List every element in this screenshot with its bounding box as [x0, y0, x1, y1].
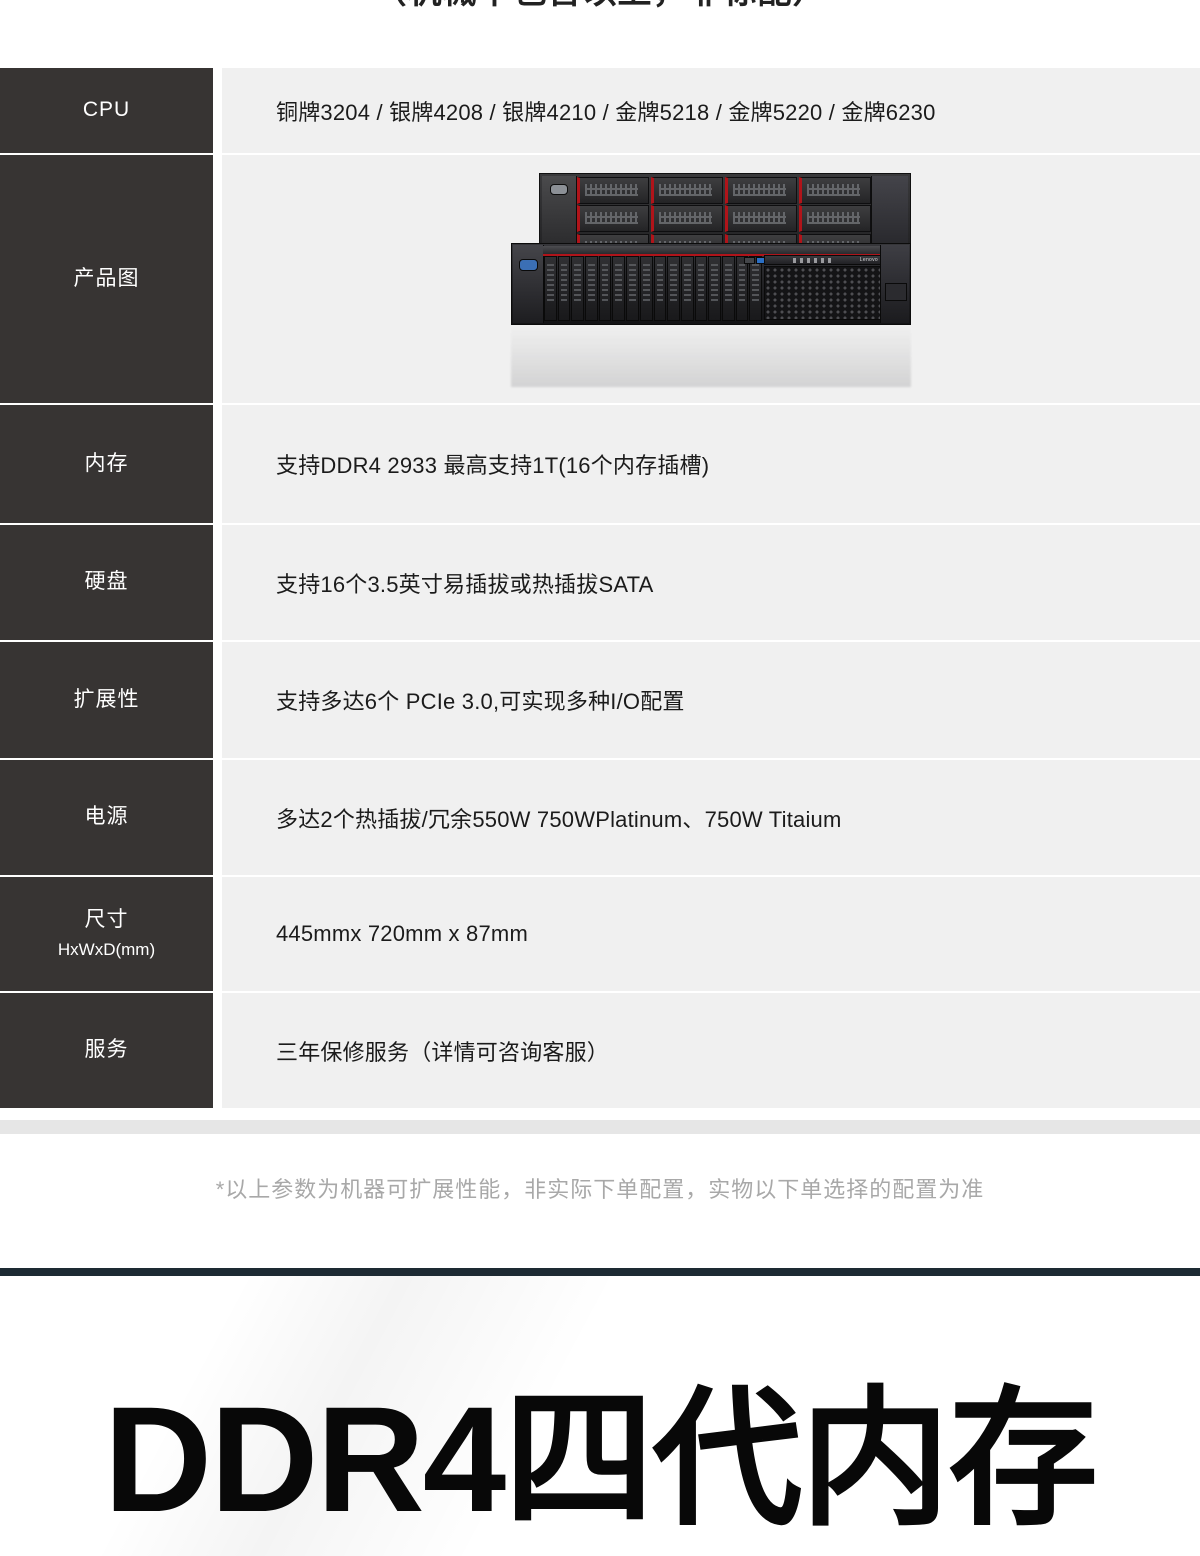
- hot-swap-drive: [667, 255, 680, 321]
- spec-label-text: 尺寸: [84, 908, 129, 932]
- column-gap: [213, 760, 222, 875]
- spec-label-dimensions: 尺寸 HxWxD(mm): [0, 877, 213, 991]
- spec-label-product-image: 产品图: [0, 155, 213, 403]
- hot-swap-drive: [708, 255, 721, 321]
- hot-swap-drive: [680, 255, 694, 321]
- spec-value-cpu: 铜牌3204 / 银牌4208 / 银牌4210 / 金牌5218 / 金牌52…: [222, 68, 1200, 153]
- spec-label-text: 内存: [84, 451, 129, 475]
- spec-label-text: CPU: [82, 98, 131, 122]
- spec-value-dimensions: 445mmx 720mm x 87mm: [222, 877, 1200, 991]
- hot-swap-drive: [639, 255, 653, 321]
- column-gap: [213, 405, 222, 523]
- hot-swap-drive: [749, 255, 762, 321]
- drive-bay: [651, 205, 723, 232]
- drive-bay: [799, 176, 871, 204]
- column-gap: [213, 993, 222, 1108]
- banner-title: DDR4四代内存: [103, 1375, 1098, 1543]
- hot-swap-drive: [721, 255, 735, 321]
- specification-table: CPU 铜牌3204 / 银牌4208 / 银牌4210 / 金牌5218 / …: [0, 68, 1200, 1110]
- product-detail-page: （机械不包含以上，非标配） CPU 铜牌3204 / 银牌4208 / 银牌42…: [0, 0, 1200, 1556]
- hot-swap-drive: [585, 255, 598, 321]
- drive-bay-row: [577, 176, 871, 204]
- table-row: 电源 多达2个热插拔/冗余550W 750WPlatinum、750W Tita…: [0, 760, 1200, 875]
- right-rack-ear: [880, 244, 909, 323]
- table-bottom-strip: [0, 1120, 1200, 1134]
- spec-value-storage: 支持16个3.5英寸易插拔或热插拔SATA: [222, 525, 1200, 640]
- column-gap: [213, 642, 222, 758]
- ventilation-mesh-panel: [764, 265, 884, 320]
- hot-swap-drive: [626, 255, 639, 321]
- spec-label-text: 扩展性: [73, 687, 140, 711]
- hot-swap-drive: [544, 255, 557, 321]
- drive-bay-row: [577, 205, 871, 232]
- front-drive-bank: [544, 255, 762, 321]
- spec-value-power: 多达2个热插拔/冗余550W 750WPlatinum、750W Titaium: [222, 760, 1200, 875]
- section-divider-bar: [0, 1268, 1200, 1276]
- spec-label-text: 服务: [84, 1038, 129, 1062]
- table-row: 扩展性 支持多达6个 PCIe 3.0,可实现多种I/O配置: [0, 642, 1200, 758]
- drive-bay: [577, 176, 649, 204]
- clipped-section-heading: （机械不包含以上，非标配）: [0, 0, 1200, 18]
- spec-value-expandability: 支持多达6个 PCIe 3.0,可实现多种I/O配置: [222, 642, 1200, 758]
- rack-server-lower-unit: Lenovo: [511, 242, 911, 325]
- drive-bay: [725, 176, 797, 204]
- hot-swap-drive: [598, 255, 612, 321]
- spec-label-sublabel: HxWxD(mm): [57, 939, 156, 959]
- drive-bay: [577, 205, 649, 232]
- spec-value-memory: 支持DDR4 2933 最高支持1T(16个内存插槽): [222, 405, 1200, 523]
- specification-footnote: *以上参数为机器可扩展性能，非实际下单配置，实物以下单选择的配置为准: [215, 1177, 985, 1202]
- hot-swap-drive: [612, 255, 626, 321]
- spec-label-storage: 硬盘: [0, 525, 213, 640]
- table-row: 尺寸 HxWxD(mm) 445mmx 720mm x 87mm: [0, 877, 1200, 991]
- power-supply-module: [885, 282, 907, 301]
- spec-label-service: 服务: [0, 993, 213, 1108]
- spec-label-text: 硬盘: [84, 570, 129, 594]
- column-gap: [213, 877, 222, 991]
- spec-value-service: 三年保修服务（详情可咨询客服）: [222, 993, 1200, 1108]
- table-row: 产品图 Lenovo: [0, 155, 1200, 403]
- operator-panel-buttons: [793, 257, 835, 263]
- column-gap: [213, 525, 222, 640]
- spec-label-cpu: CPU: [0, 68, 213, 153]
- hot-swap-drive: [694, 255, 708, 321]
- spec-label-text: 电源: [84, 805, 129, 829]
- spec-label-text: 产品图: [73, 266, 140, 290]
- spec-label-power: 电源: [0, 760, 213, 875]
- usb-port-icon: [744, 256, 755, 264]
- column-gap: [213, 155, 222, 403]
- drive-bay: [725, 205, 797, 232]
- table-row: 内存 支持DDR4 2933 最高支持1T(16个内存插槽): [0, 405, 1200, 523]
- spec-value-product-image: Lenovo: [222, 155, 1200, 403]
- drive-bay: [651, 176, 723, 204]
- photo-reflection: [511, 324, 911, 387]
- drive-bay: [799, 205, 871, 232]
- spec-label-memory: 内存: [0, 405, 213, 523]
- table-row: 硬盘 支持16个3.5英寸易插拔或热插拔SATA: [0, 525, 1200, 640]
- lenovo-logo: Lenovo: [859, 256, 878, 263]
- hot-swap-drive: [557, 255, 571, 321]
- column-gap: [213, 68, 222, 153]
- table-row: CPU 铜牌3204 / 银牌4208 / 银牌4210 / 金牌5218 / …: [0, 68, 1200, 153]
- hot-swap-drive: [735, 255, 749, 321]
- vga-port-icon: [550, 183, 568, 195]
- server-product-photo: Lenovo: [511, 167, 911, 392]
- hot-swap-drive: [571, 255, 585, 321]
- vga-port-icon: [519, 258, 538, 271]
- operator-panel: Lenovo: [764, 254, 882, 265]
- ddr4-banner-section: DDR4四代内存: [0, 1276, 1200, 1556]
- hot-swap-drive: [653, 255, 667, 321]
- left-rack-ear: [513, 244, 544, 323]
- table-row: 服务 三年保修服务（详情可咨询客服）: [0, 993, 1200, 1108]
- spec-label-expandability: 扩展性: [0, 642, 213, 758]
